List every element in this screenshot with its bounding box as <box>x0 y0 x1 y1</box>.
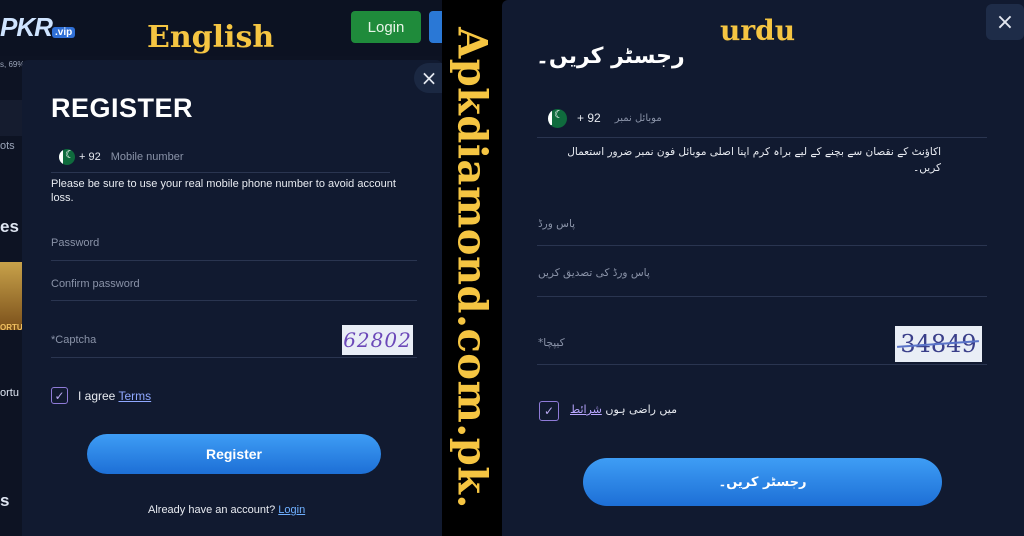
agree-terms-row-urdu: میں راضی ہوں شرائط <box>570 403 677 416</box>
divider <box>51 300 417 301</box>
divider <box>51 260 417 261</box>
background-text: es <box>0 217 19 236</box>
already-account-text: Already have an account? <box>148 504 276 516</box>
background-text: ortu <box>0 387 19 399</box>
captcha-input-urdu[interactable]: کیپچا* <box>538 337 565 349</box>
terms-link[interactable]: Terms <box>118 389 151 403</box>
checkmark-icon: ✓ <box>543 404 555 418</box>
confirm-password-input-urdu[interactable]: پاس ورڈ کی تصدیق کریں <box>538 267 650 279</box>
pakistan-flag-icon <box>59 149 75 165</box>
background-tile <box>0 100 22 136</box>
mobile-number-input[interactable]: Mobile number <box>111 151 184 163</box>
divider <box>51 172 390 173</box>
site-logo: PKR <box>0 12 53 42</box>
login-prompt: Already have an account? Login <box>148 504 305 516</box>
password-input-urdu[interactable]: پاس ورڈ <box>538 218 575 230</box>
mobile-number-field-urdu[interactable]: + 92 موبائل نمبر <box>548 107 748 129</box>
background-game-card <box>0 262 22 330</box>
mobile-number-field[interactable]: + 92 Mobile number <box>59 146 389 168</box>
background-text: ORTU <box>0 323 23 332</box>
checkmark-icon: ✓ <box>54 388 65 403</box>
agree-checkbox[interactable]: ✓ <box>51 387 68 404</box>
divider <box>537 364 987 365</box>
background-text: s, 69% <box>0 60 25 69</box>
divider <box>537 296 987 297</box>
agree-label-urdu: میں راضی ہوں <box>605 403 678 416</box>
login-link[interactable]: Login <box>278 504 305 516</box>
close-icon[interactable]: × <box>414 63 442 93</box>
urdu-label: urdu <box>720 14 796 47</box>
english-label: English <box>147 20 275 55</box>
background-text: s <box>0 491 10 510</box>
divider <box>537 137 987 138</box>
register-title-urdu: رجسٹر کریں۔ <box>536 44 685 69</box>
captcha-input[interactable]: *Captcha <box>51 334 96 346</box>
site-logo-badge: .vip <box>52 27 76 38</box>
divider <box>537 245 987 246</box>
register-button-urdu[interactable]: رجسٹر کریں۔ <box>583 458 942 506</box>
confirm-password-input[interactable]: Confirm password <box>51 278 140 290</box>
mobile-number-input-urdu[interactable]: موبائل نمبر <box>615 113 662 124</box>
english-screen: PKR .vip Login s, 69% ots es ORTU ortu s… <box>0 0 442 536</box>
country-code-urdu[interactable]: + 92 <box>577 111 601 125</box>
divider <box>51 357 417 358</box>
header-login-button[interactable]: Login <box>351 11 421 43</box>
background-text: ots <box>0 140 15 152</box>
header-register-button[interactable] <box>429 11 442 43</box>
terms-link-urdu[interactable]: شرائط <box>570 403 602 416</box>
agree-label: I agree <box>78 389 116 403</box>
phone-warning-note-urdu: اکاؤنٹ کے نقصان سے بچنے کے لیے براہ کرم … <box>567 146 941 174</box>
captcha-image[interactable]: 62802 <box>342 325 413 355</box>
pakistan-flag-icon <box>548 108 567 128</box>
password-input[interactable]: Password <box>51 237 99 249</box>
register-title: REGISTER <box>51 93 194 123</box>
register-button[interactable]: Register <box>87 434 381 474</box>
country-code[interactable]: + 92 <box>79 151 101 163</box>
captcha-image-urdu[interactable]: 34849 <box>895 326 982 362</box>
watermark-text: Apkdiamond.com.pk. <box>448 27 496 509</box>
phone-warning-note: Please be sure to use your real mobile p… <box>51 178 396 204</box>
agree-terms-row: I agree Terms <box>78 389 151 403</box>
agree-checkbox-urdu[interactable]: ✓ <box>539 401 559 421</box>
close-icon[interactable]: × <box>986 4 1024 40</box>
